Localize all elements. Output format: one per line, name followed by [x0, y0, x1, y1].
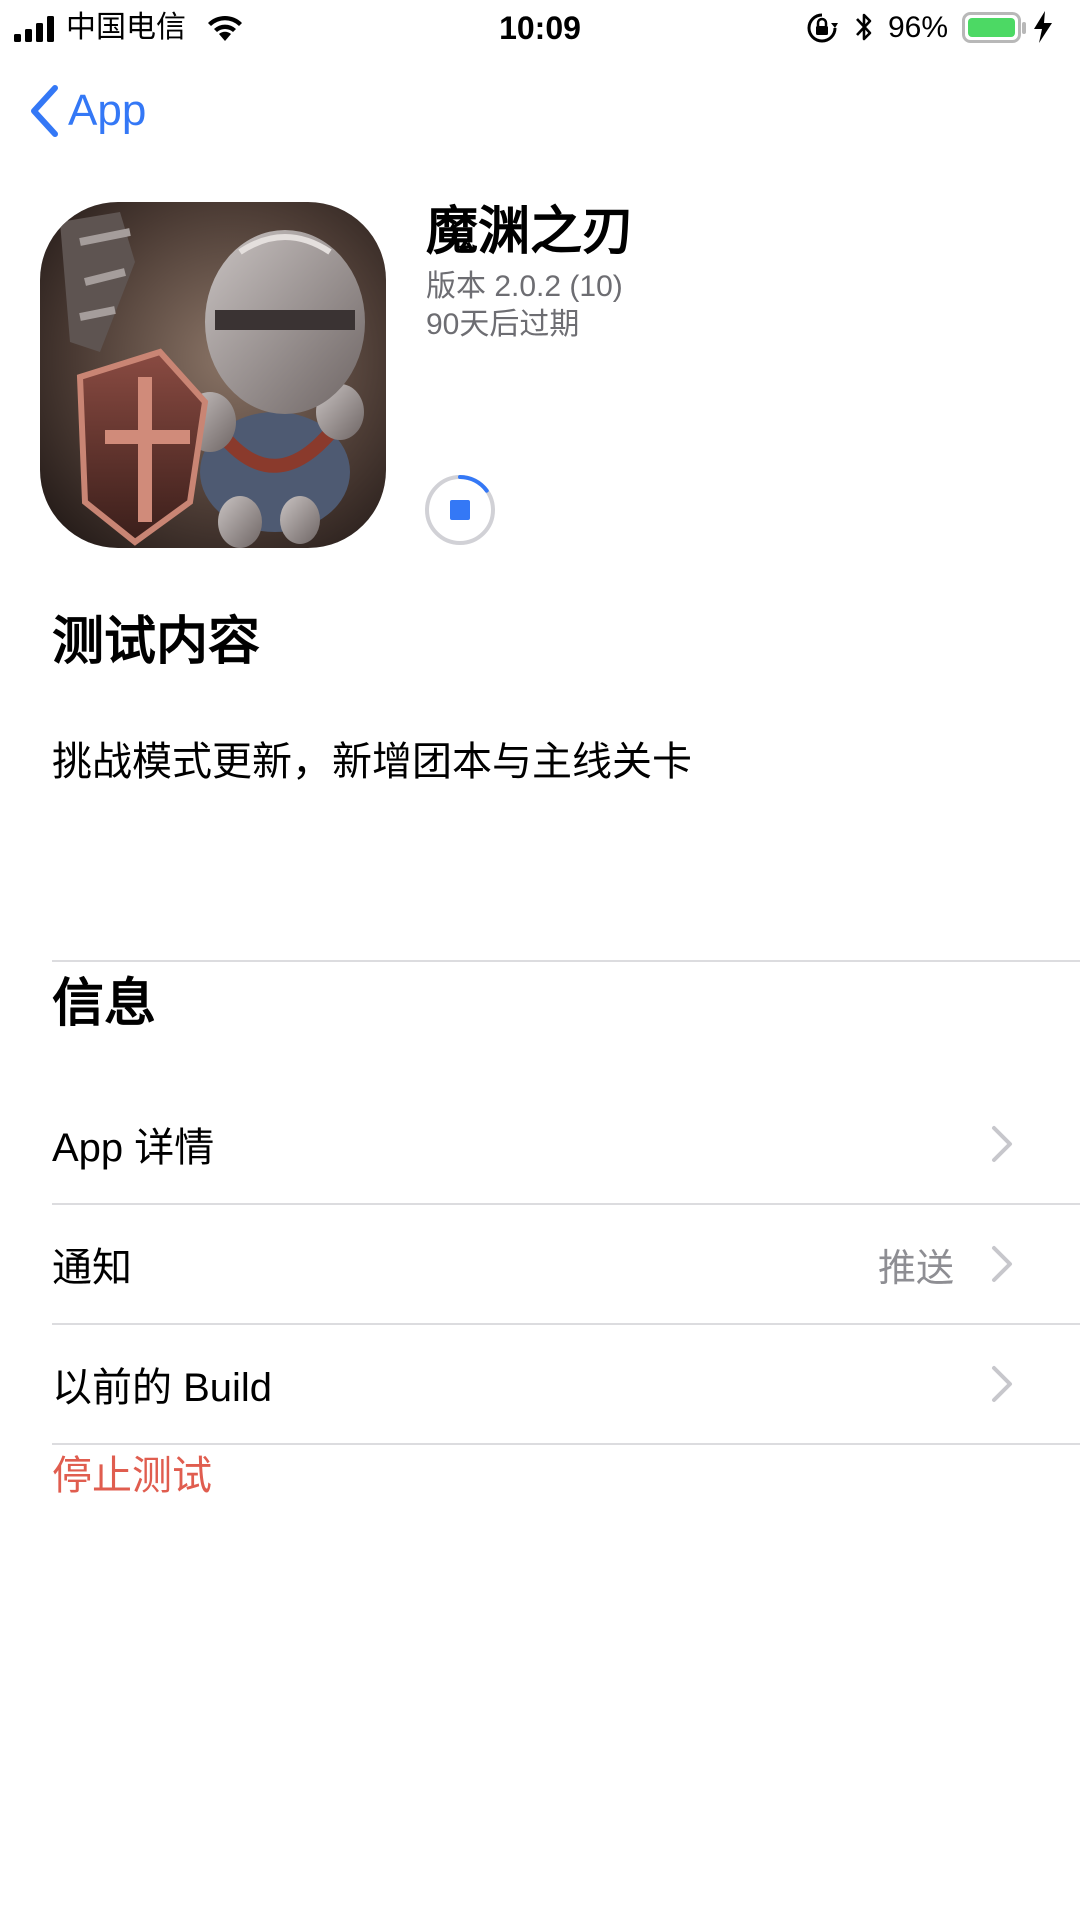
test-content-body: 挑战模式更新，新增团本与主线关卡: [52, 740, 692, 784]
row-previous-builds[interactable]: 以前的 Build: [52, 1326, 1060, 1442]
chevron-right-icon: [992, 1126, 1012, 1162]
divider: [52, 960, 1080, 962]
info-title: 信息: [52, 975, 157, 1033]
app-name: 魔渊之刃: [426, 203, 635, 261]
divider: [52, 1323, 1080, 1325]
back-label: App: [68, 86, 147, 135]
status-bar: 中国电信 10:09 96%: [0, 0, 1080, 56]
row-notifications[interactable]: 通知 推送: [52, 1206, 1060, 1322]
battery-icon: [962, 12, 1026, 43]
divider: [52, 1443, 1080, 1445]
orientation-lock-icon: [807, 13, 838, 43]
row-label: App 详情: [52, 1126, 215, 1170]
app-version: 版本 2.0.2 (10): [426, 270, 623, 303]
row-label: 以前的 Build: [52, 1366, 273, 1410]
row-value: 推送: [877, 1247, 954, 1290]
chevron-right-icon: [992, 1366, 1012, 1402]
stop-testing-button[interactable]: 停止测试: [52, 1446, 212, 1506]
row-app-details[interactable]: App 详情: [52, 1086, 1060, 1202]
chevron-left-icon: [31, 85, 58, 137]
app-icon: [40, 202, 386, 548]
row-label: 通知: [52, 1246, 132, 1290]
back-button[interactable]: App: [28, 78, 146, 144]
bluetooth-icon: [856, 13, 872, 41]
battery-percent: 96%: [888, 11, 949, 44]
app-expiry: 90天后过期: [426, 308, 580, 341]
charging-bolt-icon: [1034, 11, 1052, 43]
download-progress-button[interactable]: [424, 474, 496, 546]
chevron-right-icon: [992, 1246, 1012, 1282]
divider: [52, 1203, 1080, 1205]
test-content-title: 测试内容: [52, 613, 261, 671]
stop-square-icon: [450, 500, 470, 520]
